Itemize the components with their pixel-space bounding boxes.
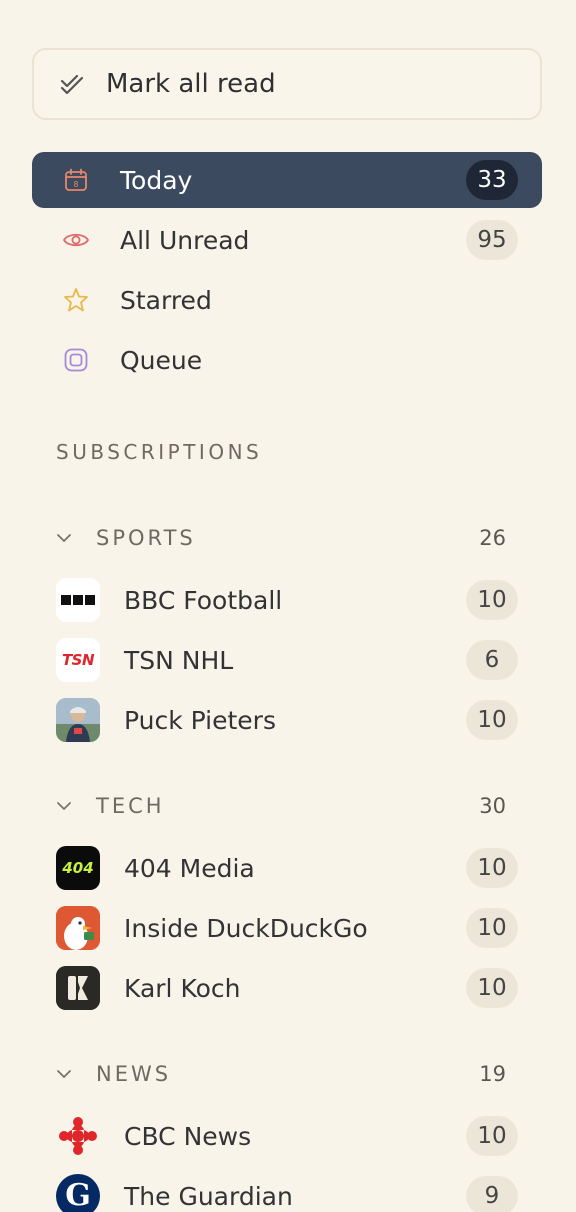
feed-puck-pieters[interactable]: Puck Pieters 10 <box>56 692 518 748</box>
guardian-logo-text: G <box>65 1178 91 1212</box>
subscriptions-heading: SUBSCRIPTIONS <box>56 440 263 464</box>
feed-name: The Guardian <box>124 1181 293 1211</box>
404-logo-text: 404 <box>62 859 94 877</box>
queue-icon <box>60 344 92 376</box>
karl-koch-logo <box>56 966 100 1010</box>
double-check-icon <box>60 74 84 95</box>
star-icon <box>60 284 92 316</box>
nav-item-label: All Unread <box>120 225 250 255</box>
tsn-logo-text: TSN <box>61 651 95 669</box>
calendar-icon: 8 <box>60 164 92 196</box>
folder-news[interactable]: NEWS 19 <box>52 1054 522 1094</box>
unread-count-badge: 33 <box>466 160 518 200</box>
nav-item-starred[interactable]: Starred <box>32 272 542 328</box>
sidebar: Mark all read 8 Today 33 All Unread 95 S… <box>0 0 576 1212</box>
feed-name: 404 Media <box>124 853 255 883</box>
nav-item-queue[interactable]: Queue <box>32 332 542 388</box>
bbc-logo <box>56 578 100 622</box>
feed-tsn-nhl[interactable]: TSN TSN NHL 6 <box>56 632 518 688</box>
folder-sports[interactable]: SPORTS 26 <box>52 518 522 558</box>
folder-count: 30 <box>479 794 506 818</box>
folder-name: TECH <box>96 794 165 818</box>
folder-name: NEWS <box>96 1062 172 1086</box>
mark-all-read-button[interactable]: Mark all read <box>32 48 542 120</box>
feed-karl-koch[interactable]: Karl Koch 10 <box>56 960 518 1016</box>
feed-name: BBC Football <box>124 585 283 615</box>
feed-inside-duckduckgo[interactable]: Inside DuckDuckGo 10 <box>56 900 518 956</box>
guardian-logo: G <box>56 1174 100 1212</box>
feed-name: Karl Koch <box>124 973 241 1003</box>
folder-count: 19 <box>479 1062 506 1086</box>
eye-icon <box>60 224 92 256</box>
chevron-down-icon <box>52 526 76 550</box>
feed-cbc-news[interactable]: CBC News 10 <box>56 1108 518 1164</box>
feed-name: CBC News <box>124 1121 252 1151</box>
feed-bbc-football[interactable]: BBC Football 10 <box>56 572 518 628</box>
404-media-logo: 404 <box>56 846 100 890</box>
duckduckgo-logo <box>56 906 100 950</box>
unread-count-badge: 10 <box>466 580 518 620</box>
nav-item-label: Queue <box>120 345 203 375</box>
cbc-logo <box>56 1114 100 1158</box>
unread-count-badge: 10 <box>466 968 518 1008</box>
feed-name: Puck Pieters <box>124 705 276 735</box>
feed-404-media[interactable]: 404 404 Media 10 <box>56 840 518 896</box>
nav-item-label: Starred <box>120 285 212 315</box>
feed-name: Inside DuckDuckGo <box>124 913 368 943</box>
mark-all-read-label: Mark all read <box>106 69 276 99</box>
unread-count-badge: 10 <box>466 1116 518 1156</box>
tsn-logo: TSN <box>56 638 100 682</box>
unread-count-badge: 10 <box>466 848 518 888</box>
nav-item-label: Today <box>120 165 193 195</box>
folder-count: 26 <box>479 526 506 550</box>
unread-count-badge: 10 <box>466 700 518 740</box>
feed-name: TSN NHL <box>124 645 234 675</box>
feed-the-guardian[interactable]: G The Guardian 9 <box>56 1168 518 1212</box>
unread-count-badge: 9 <box>466 1176 518 1212</box>
folder-tech[interactable]: TECH 30 <box>52 786 522 826</box>
chevron-down-icon <box>52 1062 76 1086</box>
unread-count-badge: 6 <box>466 640 518 680</box>
nav-item-all-unread[interactable]: All Unread 95 <box>32 212 542 268</box>
puck-pieters-avatar <box>56 698 100 742</box>
calendar-day-text: 8 <box>73 180 78 189</box>
unread-count-badge: 95 <box>466 220 518 260</box>
chevron-down-icon <box>52 794 76 818</box>
nav-item-today[interactable]: 8 Today 33 <box>32 152 542 208</box>
folder-name: SPORTS <box>96 526 196 550</box>
unread-count-badge: 10 <box>466 908 518 948</box>
